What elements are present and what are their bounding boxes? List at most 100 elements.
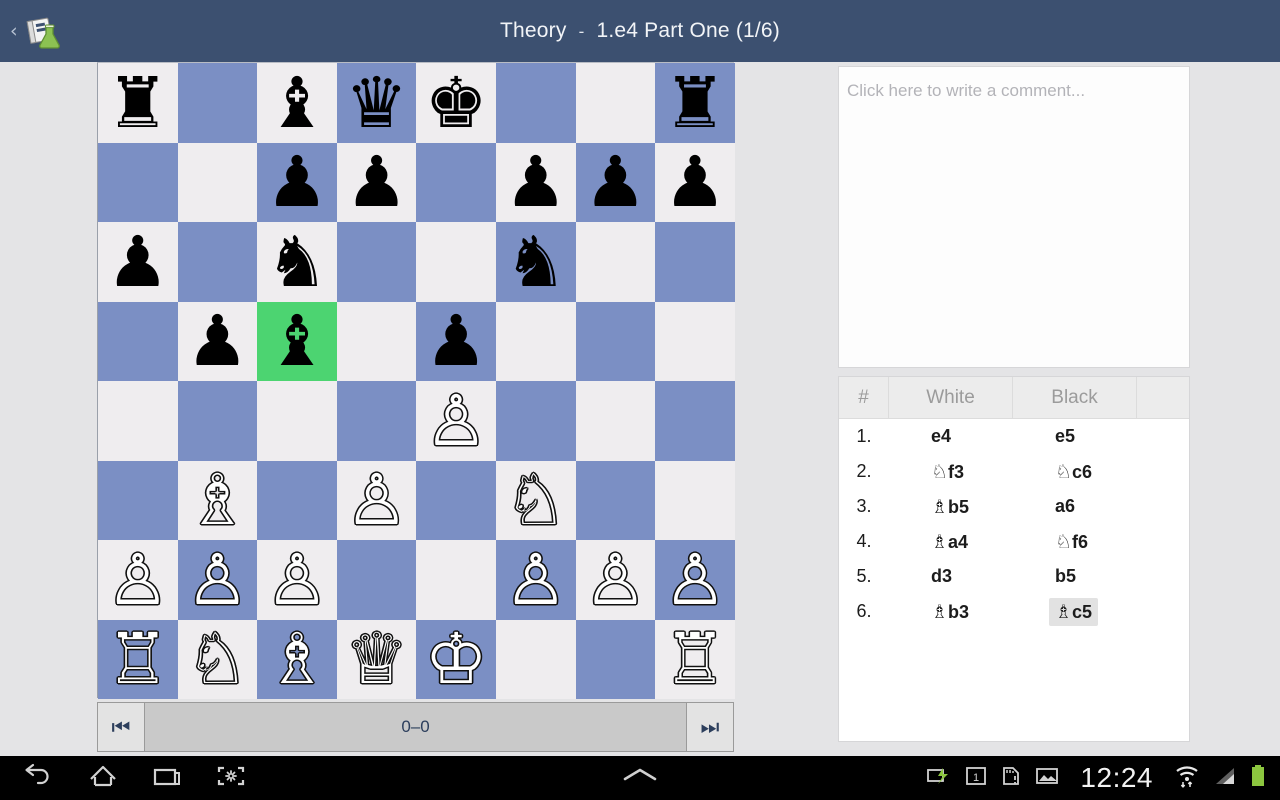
chess-piece-b3[interactable]: ♗ bbox=[186, 465, 249, 535]
chess-piece-h1[interactable]: ♖ bbox=[664, 624, 727, 694]
book-flask-icon[interactable] bbox=[22, 10, 64, 52]
move-cell-white[interactable]: ♗b3 bbox=[889, 598, 1013, 626]
board-square-c1[interactable]: ♗ bbox=[257, 619, 337, 699]
board-square-b4[interactable] bbox=[177, 381, 258, 461]
chess-piece-e5[interactable]: ♟ bbox=[425, 306, 488, 376]
board-square-d4[interactable] bbox=[336, 381, 417, 461]
move-cell-black[interactable]: ♘f6 bbox=[1013, 528, 1137, 556]
board-square-a5[interactable] bbox=[98, 301, 178, 381]
move-cell-white[interactable]: ♗a4 bbox=[889, 528, 1013, 556]
skip-to-start-icon[interactable]: ⏮ bbox=[98, 703, 145, 751]
board-square-c3[interactable] bbox=[257, 460, 337, 540]
comment-input[interactable]: Click here to write a comment... bbox=[838, 66, 1190, 368]
board-square-h7[interactable]: ♟ bbox=[655, 142, 735, 222]
chess-piece-h7[interactable]: ♟ bbox=[664, 147, 727, 217]
chess-piece-c1[interactable]: ♗ bbox=[266, 624, 329, 694]
board-square-d6[interactable] bbox=[336, 222, 417, 302]
board-square-e7[interactable] bbox=[416, 142, 496, 222]
board-square-h1[interactable]: ♖ bbox=[655, 619, 735, 699]
board-square-f6[interactable]: ♞ bbox=[495, 222, 576, 302]
board-square-e3[interactable] bbox=[416, 460, 496, 540]
board-square-d2[interactable] bbox=[336, 540, 417, 620]
move-cell-white[interactable]: ♗b5 bbox=[889, 493, 1013, 521]
board-square-b3[interactable]: ♗ bbox=[177, 460, 258, 540]
chess-piece-a2[interactable]: ♙ bbox=[106, 545, 169, 615]
board-square-d5[interactable] bbox=[336, 301, 417, 381]
back-arrow-icon[interactable] bbox=[24, 763, 54, 794]
board-square-f2[interactable]: ♙ bbox=[495, 540, 576, 620]
board-square-e1[interactable]: ♔ bbox=[416, 619, 496, 699]
move-cell-white[interactable]: ♘f3 bbox=[889, 458, 1013, 486]
chess-piece-d3[interactable]: ♙ bbox=[345, 465, 408, 535]
board-square-h5[interactable] bbox=[655, 301, 735, 381]
chess-piece-a8[interactable]: ♜ bbox=[106, 68, 169, 138]
board-square-b8[interactable] bbox=[177, 63, 258, 143]
chess-piece-c5[interactable]: ♝ bbox=[266, 306, 329, 376]
chess-piece-c6[interactable]: ♞ bbox=[266, 227, 329, 297]
chess-piece-d1[interactable]: ♕ bbox=[345, 624, 408, 694]
move-cell-white[interactable]: e4 bbox=[889, 423, 1013, 450]
move-cell-black[interactable]: a6 bbox=[1013, 493, 1137, 520]
board-square-g1[interactable] bbox=[575, 619, 656, 699]
board-square-g3[interactable] bbox=[575, 460, 656, 540]
chess-piece-g2[interactable]: ♙ bbox=[584, 545, 647, 615]
board-square-a2[interactable]: ♙ bbox=[98, 540, 178, 620]
board-square-d8[interactable]: ♛ bbox=[336, 63, 417, 143]
board-square-b1[interactable]: ♘ bbox=[177, 619, 258, 699]
board-square-c5[interactable]: ♝ bbox=[257, 301, 337, 381]
move-status-label[interactable]: 0–0 bbox=[145, 703, 686, 751]
chess-piece-c7[interactable]: ♟ bbox=[266, 147, 329, 217]
board-square-f1[interactable] bbox=[495, 619, 576, 699]
board-square-h4[interactable] bbox=[655, 381, 735, 461]
board-square-f4[interactable] bbox=[495, 381, 576, 461]
board-square-g8[interactable] bbox=[575, 63, 656, 143]
chess-piece-d7[interactable]: ♟ bbox=[345, 147, 408, 217]
skip-to-end-icon[interactable]: ⏭ bbox=[686, 703, 733, 751]
board-square-h6[interactable] bbox=[655, 222, 735, 302]
board-square-e6[interactable] bbox=[416, 222, 496, 302]
chess-piece-c8[interactable]: ♝ bbox=[266, 68, 329, 138]
chess-piece-e1[interactable]: ♔ bbox=[425, 624, 488, 694]
board-square-f8[interactable] bbox=[495, 63, 576, 143]
chess-piece-h2[interactable]: ♙ bbox=[664, 545, 727, 615]
board-square-a7[interactable] bbox=[98, 142, 178, 222]
chess-piece-b2[interactable]: ♙ bbox=[186, 545, 249, 615]
board-square-f5[interactable] bbox=[495, 301, 576, 381]
chess-board[interactable]: ♜ ♝ ♛ ♚ ♜ ♟ ♟ ♟ ♟ ♟ ♟ ♞ ♞ ♟ ♝ ♟ ♙ ♗ ♙ ♘ ♙ ♙ ♙ ♙ ♙ ♙ ♖ ♘ ♗ ♕ ♔ ♖ bbox=[97, 62, 735, 699]
chess-piece-c2[interactable]: ♙ bbox=[266, 545, 329, 615]
board-square-g2[interactable]: ♙ bbox=[575, 540, 656, 620]
chess-piece-d8[interactable]: ♛ bbox=[345, 68, 408, 138]
board-square-d3[interactable]: ♙ bbox=[336, 460, 417, 540]
screenshot-icon[interactable] bbox=[216, 763, 246, 794]
chess-piece-a1[interactable]: ♖ bbox=[106, 624, 169, 694]
board-square-g4[interactable] bbox=[575, 381, 656, 461]
board-square-c6[interactable]: ♞ bbox=[257, 222, 337, 302]
chess-piece-f6[interactable]: ♞ bbox=[504, 227, 567, 297]
board-square-h3[interactable] bbox=[655, 460, 735, 540]
board-square-b7[interactable] bbox=[177, 142, 258, 222]
board-square-a3[interactable] bbox=[98, 460, 178, 540]
board-square-e8[interactable]: ♚ bbox=[416, 63, 496, 143]
board-square-b6[interactable] bbox=[177, 222, 258, 302]
board-square-e5[interactable]: ♟ bbox=[416, 301, 496, 381]
chess-piece-e8[interactable]: ♚ bbox=[425, 68, 488, 138]
board-square-d7[interactable]: ♟ bbox=[336, 142, 417, 222]
chess-piece-b5[interactable]: ♟ bbox=[186, 306, 249, 376]
chess-piece-b1[interactable]: ♘ bbox=[186, 624, 249, 694]
move-cell-white[interactable]: d3 bbox=[889, 563, 1013, 590]
board-square-d1[interactable]: ♕ bbox=[336, 619, 417, 699]
board-square-c7[interactable]: ♟ bbox=[257, 142, 337, 222]
recent-apps-icon[interactable] bbox=[152, 763, 182, 794]
move-cell-black[interactable]: ♘c6 bbox=[1013, 458, 1137, 486]
board-square-b5[interactable]: ♟ bbox=[177, 301, 258, 381]
board-square-g7[interactable]: ♟ bbox=[575, 142, 656, 222]
board-square-c8[interactable]: ♝ bbox=[257, 63, 337, 143]
board-square-a4[interactable] bbox=[98, 381, 178, 461]
board-square-a1[interactable]: ♖ bbox=[98, 619, 178, 699]
move-cell-black[interactable]: e5 bbox=[1013, 423, 1137, 450]
board-square-b2[interactable]: ♙ bbox=[177, 540, 258, 620]
board-square-a8[interactable]: ♜ bbox=[98, 63, 178, 143]
chess-piece-f3[interactable]: ♘ bbox=[504, 465, 567, 535]
move-cell-black[interactable]: ♗c5 bbox=[1013, 597, 1137, 626]
board-square-a6[interactable]: ♟ bbox=[98, 222, 178, 302]
